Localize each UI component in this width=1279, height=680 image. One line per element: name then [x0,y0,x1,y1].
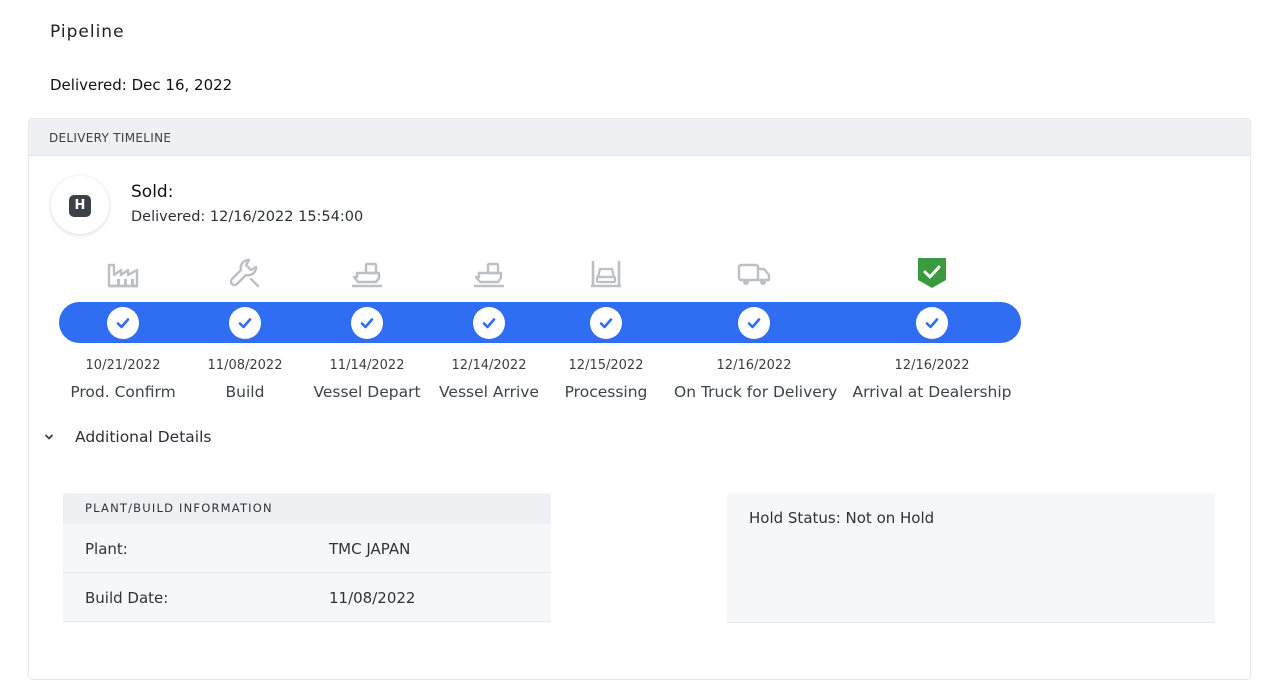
plant-key: Plant: [85,540,128,558]
step-check-icon [916,307,948,339]
brand-avatar: H [51,176,109,234]
wrench-icon [229,258,260,288]
brand-logo-icon: H [69,195,91,217]
step-check-icon [107,307,139,339]
page-title: Pipeline [50,22,125,42]
step-check-icon [473,307,505,339]
table-row: Plant: TMC JAPAN [63,524,551,573]
plant-build-panel: PLANT/BUILD INFORMATION Plant: TMC JAPAN… [63,493,551,623]
delivered-date: Delivered: Dec 16, 2022 [50,76,233,94]
shield-check-icon [918,258,946,288]
ship-icon [474,262,504,288]
step-check-icon [351,307,383,339]
plant-value: TMC JAPAN [329,540,411,558]
step-label: On Truck for Delivery [674,383,838,401]
step-date: 12/16/2022 [716,358,792,373]
build-date-value: 11/08/2022 [329,589,416,607]
delivery-timeline-card: DELIVERY TIMELINE H Sold: Delivered: 12/… [28,118,1251,680]
table-row: Build Date: 11/08/2022 [63,573,551,622]
step-label: Processing [564,383,648,401]
hold-status-text: Hold Status: Not on Hold [749,509,935,527]
ship-icon [352,262,382,288]
timeline-progress-bar [59,302,1021,343]
additional-details-label[interactable]: Additional Details [75,428,211,446]
plant-build-header: PLANT/BUILD INFORMATION [63,493,551,524]
truck-icon [737,263,771,285]
step-date: 12/16/2022 [894,358,970,373]
step-label: Arrival at Dealership [852,383,1012,401]
step-check-icon [229,307,261,339]
car-lift-icon [591,261,621,288]
factory-icon [107,263,139,288]
hold-status-panel: Hold Status: Not on Hold [727,493,1215,623]
build-date-key: Build Date: [85,589,169,607]
step-check-icon [738,307,770,339]
step-check-icon [590,307,622,339]
status-detail: Delivered: 12/16/2022 15:54:00 [131,209,364,225]
status-title: Sold: [131,182,174,202]
delivery-timeline-header: DELIVERY TIMELINE [29,119,1250,156]
step-date: 12/15/2022 [568,358,644,373]
chevron-down-icon[interactable] [43,431,55,443]
